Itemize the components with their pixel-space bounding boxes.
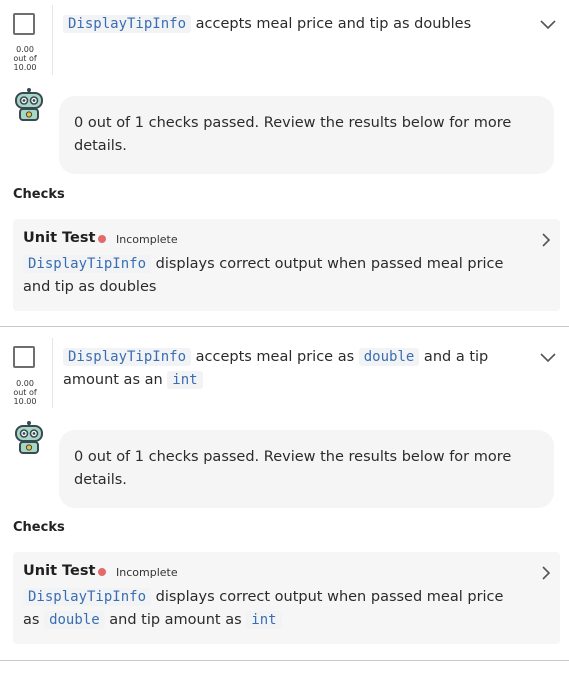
code-token: DisplayTipInfo	[63, 15, 192, 33]
test-item-1: 0.00 out of 10.00 DisplayTipInfo accepts…	[0, 0, 569, 327]
score: 0.00 out of 10.00	[8, 45, 42, 72]
title-text: accepts meal price as	[191, 349, 359, 365]
unit-test-card[interactable]: Unit Test Incomplete DisplayTipInfo disp…	[13, 219, 560, 311]
robot-avatar-icon	[15, 88, 43, 121]
desc-text: and tip amount as	[104, 612, 247, 628]
score-value: 0.00	[16, 45, 34, 54]
title-text: accepts meal price and tip as doubles	[191, 16, 472, 32]
status-dot	[98, 568, 106, 576]
score-value: 0.00	[16, 379, 34, 388]
chevron-right-icon[interactable]	[540, 232, 552, 248]
score-out-of: out of	[13, 54, 37, 63]
code-token: DisplayTipInfo	[23, 255, 152, 273]
item-checkbox[interactable]	[13, 346, 35, 368]
checks-heading: Checks	[13, 520, 65, 535]
code-token: int	[246, 611, 282, 629]
test-item-2: 0.00 out of 10.00 DisplayTipInfo accepts…	[0, 333, 569, 662]
score: 0.00 out of 10.00	[8, 379, 42, 406]
score-max: 10.00	[13, 63, 37, 72]
status-text: Incomplete	[116, 566, 178, 579]
section-divider	[0, 660, 569, 661]
status-dot	[98, 235, 106, 243]
status-text: Incomplete	[116, 233, 178, 246]
code-token: double	[44, 611, 105, 629]
chevron-right-icon[interactable]	[540, 565, 552, 581]
unit-test-label: Unit Test	[23, 563, 96, 579]
score-max: 10.00	[13, 397, 37, 406]
result-summary: 0 out of 1 checks passed. Review the res…	[59, 96, 554, 174]
unit-test-description: DisplayTipInfo displays correct output w…	[23, 586, 523, 632]
unit-test-card[interactable]: Unit Test Incomplete DisplayTipInfo disp…	[13, 552, 560, 644]
unit-test-description: DisplayTipInfo displays correct output w…	[23, 253, 523, 299]
separator	[52, 338, 53, 408]
code-token: double	[358, 348, 420, 366]
code-token: DisplayTipInfo	[23, 588, 152, 606]
checks-heading: Checks	[13, 187, 65, 202]
item-title: DisplayTipInfo accepts meal price as dou…	[63, 346, 523, 392]
code-token: int	[167, 371, 203, 389]
section-divider	[0, 326, 569, 327]
item-title: DisplayTipInfo accepts meal price and ti…	[63, 13, 523, 36]
score-out-of: out of	[13, 388, 37, 397]
unit-test-label: Unit Test	[23, 230, 96, 246]
code-token: DisplayTipInfo	[63, 348, 192, 366]
chevron-down-icon[interactable]	[539, 19, 557, 31]
chevron-down-icon[interactable]	[539, 352, 557, 364]
robot-avatar-icon	[15, 421, 43, 454]
separator	[52, 5, 53, 75]
result-summary: 0 out of 1 checks passed. Review the res…	[59, 430, 554, 508]
item-checkbox[interactable]	[13, 13, 35, 35]
